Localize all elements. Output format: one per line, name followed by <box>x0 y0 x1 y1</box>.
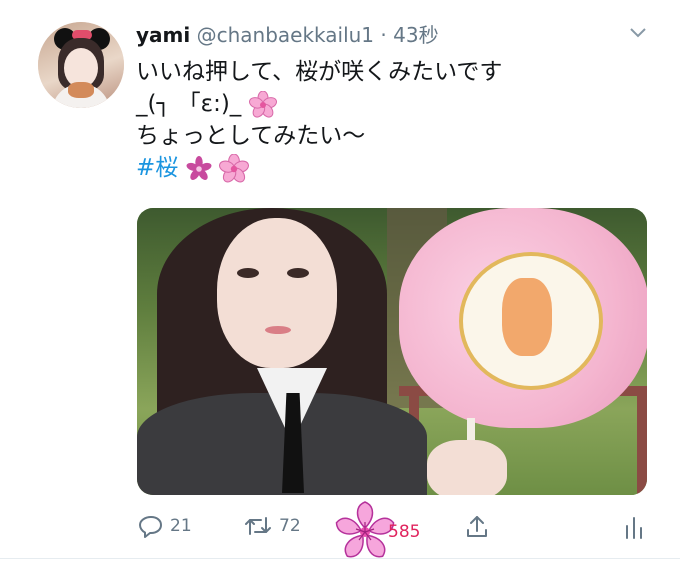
cherry-blossom-icon <box>248 90 277 118</box>
reply-count: 21 <box>170 516 192 536</box>
cherry-blossom-icon <box>218 153 249 182</box>
reply-icon <box>139 516 162 538</box>
retweet-count: 72 <box>279 516 301 536</box>
display-name[interactable]: yami <box>136 23 190 47</box>
tweet-text: いいね押して、桜が咲くみたいです _(┐ 「ε:)_ ちょっとしてみたい〜 #桜 <box>136 56 502 184</box>
photo-sticker-character <box>502 278 552 356</box>
like-count: 585 <box>388 522 421 542</box>
share-icon <box>467 516 487 537</box>
avatar-dessert <box>68 82 94 98</box>
divider <box>0 558 680 559</box>
photo-person-hand <box>427 440 507 495</box>
photo-fence-post <box>637 386 647 495</box>
tweet-text-line-4: #桜 <box>136 152 502 184</box>
photo-person-eye <box>287 268 309 278</box>
retweet-icon <box>245 517 271 535</box>
photo-person-face <box>217 218 337 368</box>
tweet-header: yami @chanbaekkailu1 · 43秒 <box>136 22 439 48</box>
separator-dot: · <box>380 23 387 47</box>
user-handle[interactable]: @chanbaekkailu1 <box>197 23 374 47</box>
tweet-text-line-2: _(┐ 「ε:)_ <box>136 88 502 120</box>
tweet-text-line-1: いいね押して、桜が咲くみたいです <box>136 59 503 85</box>
chevron-down-icon[interactable] <box>628 26 648 40</box>
tweet-card[interactable]: yami @chanbaekkailu1 · 43秒 いいね押して、桜が咲くみた… <box>0 0 680 561</box>
share-button[interactable] <box>464 514 490 540</box>
kaomoji: _(┐ 「ε:)_ <box>136 91 242 117</box>
action-bar: 21 72 585 <box>0 500 680 558</box>
avatar[interactable] <box>38 22 124 108</box>
retweet-button[interactable]: 72 <box>243 514 301 538</box>
stats-icon <box>626 517 642 539</box>
photo-person-lips <box>265 326 291 334</box>
cherry-blossom-icon <box>186 155 212 180</box>
tweet-text-line-3: ちょっとしてみたい〜 <box>136 123 366 149</box>
stats-button[interactable] <box>624 516 644 540</box>
timestamp[interactable]: 43秒 <box>393 23 438 47</box>
reply-button[interactable]: 21 <box>138 514 192 538</box>
tweet-photo[interactable] <box>137 208 647 495</box>
like-button[interactable]: 585 <box>332 500 420 564</box>
photo-person-eye <box>237 268 259 278</box>
hashtag-link[interactable]: #桜 <box>136 155 178 181</box>
